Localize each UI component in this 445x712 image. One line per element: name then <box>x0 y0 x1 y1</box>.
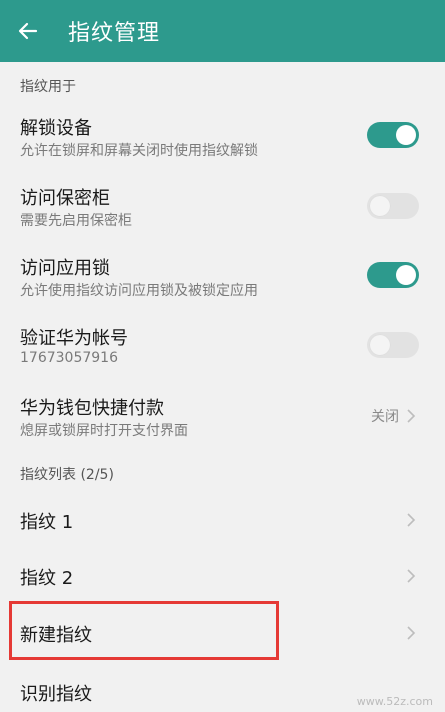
chevron-right-icon <box>407 569 416 583</box>
toggle-knob <box>396 125 416 145</box>
toggle-knob <box>370 196 390 216</box>
wallet-status-value: 关闭 <box>371 409 399 425</box>
watermark: www.52z.com <box>356 695 433 708</box>
setting-title: 解锁设备 <box>20 118 92 139</box>
fingerprint-item-1[interactable]: 指纹 1 <box>0 494 445 546</box>
app-lock-toggle[interactable] <box>367 262 419 288</box>
huawei-account-toggle[interactable] <box>367 332 419 358</box>
page-title: 指纹管理 <box>68 21 161 46</box>
setting-safe-access[interactable]: 访问保密柜 需要先启用保密柜 <box>0 178 445 240</box>
fingerprint-item-2[interactable]: 指纹 2 <box>0 552 445 604</box>
setting-title: 华为钱包快捷付款 <box>20 398 164 419</box>
setting-subtitle: 熄屏或锁屏时打开支付界面 <box>20 423 188 439</box>
fingerprint-label: 指纹 1 <box>20 512 74 533</box>
unlock-device-toggle[interactable] <box>367 122 419 148</box>
setting-huawei-account[interactable]: 验证华为帐号 17673057916 <box>0 318 445 380</box>
account-number: 17673057916 <box>20 350 118 366</box>
safe-access-toggle[interactable] <box>367 193 419 219</box>
chevron-right-icon <box>407 626 416 640</box>
setting-subtitle: 允许在锁屏和屏幕关闭时使用指纹解锁 <box>20 143 258 159</box>
setting-title: 验证华为帐号 <box>20 328 128 349</box>
setting-app-lock[interactable]: 访问应用锁 允许使用指纹访问应用锁及被锁定应用 <box>0 248 445 310</box>
toggle-knob <box>396 265 416 285</box>
setting-subtitle: 需要先启用保密柜 <box>20 213 132 229</box>
app-bar: 指纹管理 <box>0 0 445 62</box>
annotation-highlight-box <box>9 601 279 660</box>
arrow-left-icon <box>18 22 38 40</box>
setting-title: 访问保密柜 <box>20 188 110 209</box>
section-label-fingerprint-list: 指纹列表 (2/5) <box>20 467 114 483</box>
setting-subtitle: 允许使用指纹访问应用锁及被锁定应用 <box>20 283 258 299</box>
setting-unlock-device[interactable]: 解锁设备 允许在锁屏和屏幕关闭时使用指纹解锁 <box>0 108 445 170</box>
chevron-right-icon <box>407 513 416 527</box>
fingerprint-label: 识别指纹 <box>20 684 92 705</box>
toggle-knob <box>370 335 390 355</box>
chevron-right-icon <box>407 409 416 423</box>
setting-wallet-quick-pay[interactable]: 华为钱包快捷付款 熄屏或锁屏时打开支付界面 关闭 <box>0 388 445 450</box>
fingerprint-label: 指纹 2 <box>20 568 74 589</box>
back-button[interactable] <box>0 0 56 62</box>
setting-title: 访问应用锁 <box>20 258 110 279</box>
section-label-usage: 指纹用于 <box>20 79 76 95</box>
